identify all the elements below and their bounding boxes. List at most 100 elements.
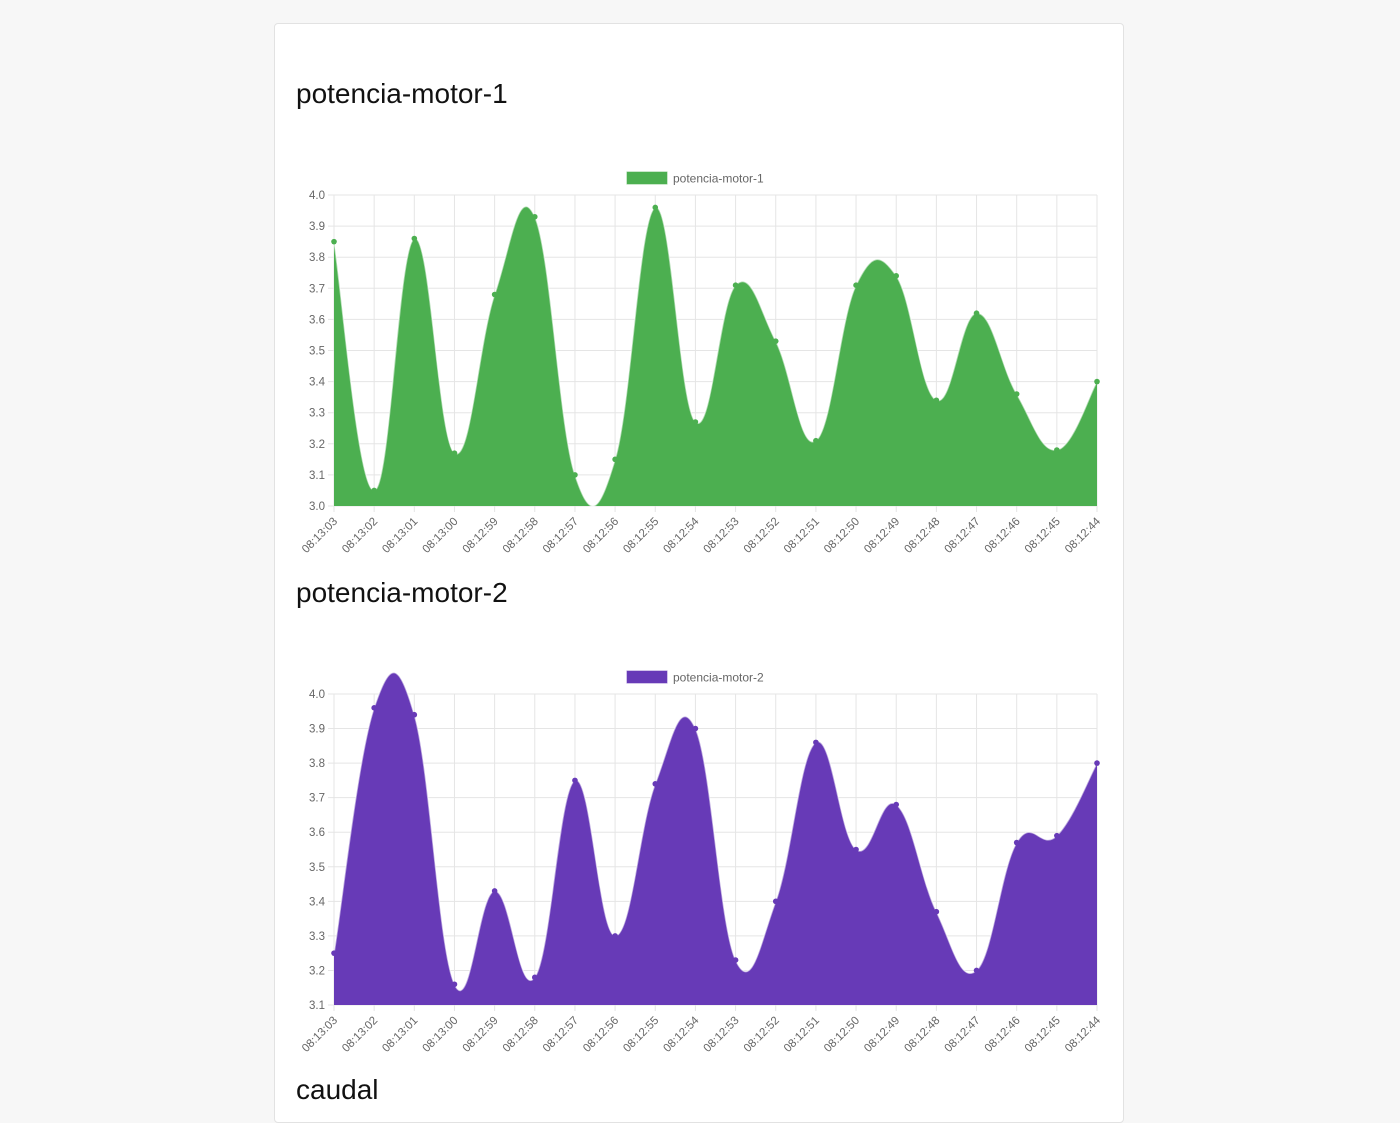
- chart-1-legend-label: potencia-motor-1: [673, 172, 764, 186]
- chart-2-x-tick-label: 08:12:47: [943, 1015, 983, 1055]
- chart-2-x-tick-label: 08:12:55: [621, 1015, 661, 1055]
- chart-1-x-tick-label: 08:12:48: [902, 516, 942, 556]
- chart-1-y-tick-label: 3.2: [309, 439, 325, 451]
- chart-1-data-point[interactable]: [813, 437, 819, 444]
- chart-2-legend: potencia-motor-2: [626, 670, 764, 685]
- chart-1-data-point[interactable]: [973, 310, 980, 316]
- chart-1-x-tick-label: 08:13:03: [300, 516, 340, 556]
- chart-2-x-tick-label: 08:12:54: [661, 1014, 702, 1055]
- chart-2-y-tick-label: 4.0: [309, 689, 325, 701]
- chart-1-data-point[interactable]: [772, 338, 779, 344]
- chart-1-data-point[interactable]: [732, 282, 739, 288]
- chart-2-x-tick-label: 08:12:57: [541, 1015, 581, 1055]
- chart-2-data-point[interactable]: [772, 898, 779, 905]
- chart-2-data-point[interactable]: [732, 957, 739, 963]
- chart-1-data-point[interactable]: [451, 450, 458, 456]
- chart-2-y-tick-label: 3.5: [309, 862, 325, 874]
- chart-2-x-tick-label: 08:12:49: [862, 1015, 902, 1055]
- chart-1-data-point[interactable]: [1013, 391, 1020, 397]
- chart-2-y-tick-label: 3.9: [309, 724, 325, 736]
- chart-2-data-point[interactable]: [1013, 839, 1020, 846]
- chart-2-legend-label: potencia-motor-2: [673, 671, 764, 685]
- chart-2-data-point[interactable]: [451, 981, 458, 988]
- chart-2-data-point[interactable]: [813, 739, 819, 746]
- chart-1-x-tick-label: 08:12:44: [1063, 515, 1104, 556]
- chart-2-data-point[interactable]: [331, 950, 337, 956]
- chart-2-x-tick-label: 08:13:03: [300, 1015, 340, 1055]
- chart-1-x-tick-label: 08:12:46: [983, 516, 1023, 556]
- chart-2-data-point[interactable]: [893, 801, 900, 808]
- chart-2-x-tick-label: 08:12:46: [983, 1015, 1023, 1055]
- chart-2-data-point[interactable]: [531, 974, 538, 981]
- chart-1-y-tick-label: 3.7: [309, 283, 325, 295]
- chart-1-data-point[interactable]: [893, 273, 900, 279]
- chart-1-y-tick-label: 3.1: [309, 470, 325, 482]
- chart-2-heading: potencia-motor-2: [296, 577, 508, 608]
- chart-2-data-point[interactable]: [491, 888, 498, 894]
- chart-1-legend-swatch: [626, 171, 668, 185]
- chart-1-data-point[interactable]: [491, 291, 498, 298]
- chart-1-x-tick-label: 08:12:57: [541, 516, 581, 556]
- chart-1-y-tick-label: 4.0: [309, 190, 325, 202]
- chart-1-heading: potencia-motor-1: [296, 78, 508, 109]
- chart-2-x-tick-label: 08:12:44: [1063, 1014, 1104, 1055]
- chart-2-x-tick-label: 08:13:02: [340, 1015, 380, 1055]
- chart-1-x-tick-label: 08:12:55: [621, 516, 661, 556]
- chart-1-data-point[interactable]: [612, 456, 618, 463]
- chart-2-y-tick-label: 3.1: [309, 1000, 325, 1012]
- chart-1-data-point[interactable]: [331, 238, 337, 245]
- chart-1-y-tick-label: 3.4: [309, 377, 326, 389]
- chart-1-data-point[interactable]: [411, 235, 418, 242]
- chart-1-data-point[interactable]: [1094, 378, 1100, 385]
- chart-1-data-point[interactable]: [933, 397, 940, 404]
- chart-2-data-point[interactable]: [692, 725, 699, 732]
- chart-2-data-point[interactable]: [612, 933, 618, 939]
- chart-1-x-tick-label: 08:12:56: [581, 516, 621, 556]
- chart-1-data-point[interactable]: [692, 419, 699, 425]
- chart-1-data-point[interactable]: [572, 472, 578, 478]
- chart-1-data-point[interactable]: [371, 487, 377, 494]
- chart-2-y-tick-label: 3.8: [309, 758, 325, 770]
- chart-1-y-tick-label: 3.8: [309, 252, 325, 264]
- chart-1-x-tick-label: 08:12:50: [822, 516, 862, 556]
- chart-2-data-point[interactable]: [411, 711, 418, 718]
- chart-2-x-tick-label: 08:12:45: [1023, 1015, 1063, 1055]
- chart-2-data-point[interactable]: [572, 777, 578, 784]
- chart-1-y-tick-label: 3.6: [309, 314, 325, 326]
- chart-2-x-tick-label: 08:12:52: [742, 1015, 782, 1055]
- chart-2-x-tick-label: 08:12:48: [902, 1015, 942, 1055]
- chart-2-y-tick-label: 3.4: [309, 896, 326, 908]
- chart-2-x-tick-label: 08:12:53: [702, 1015, 742, 1055]
- chart-1-x-tick-label: 08:12:51: [782, 516, 822, 556]
- chart-2-x-tick-label: 08:13:01: [380, 1015, 420, 1055]
- chart-2-area-chart: potencia-motor-2 3.1 3.2 3.3 3.4 3.5 3.6 3.7 3.8…: [300, 670, 1104, 1055]
- chart-1-data-point[interactable]: [652, 204, 659, 211]
- chart-2-legend-swatch: [626, 670, 668, 684]
- chart-1-area-fill: [334, 206, 1097, 507]
- chart-1-x-tick-label: 08:13:02: [340, 516, 380, 556]
- chart-2-data-point[interactable]: [973, 967, 980, 974]
- chart-2-data-point[interactable]: [371, 705, 377, 711]
- chart-1-data-point[interactable]: [1054, 447, 1060, 453]
- chart-2-y-tick-label: 3.7: [309, 793, 325, 805]
- chart-2-x-tick-label: 08:12:59: [461, 1015, 501, 1055]
- chart-1-y-tick-label: 3.9: [309, 221, 325, 233]
- chart-2-y-tick-label: 3.2: [309, 965, 325, 977]
- chart-1-x-tick-label: 08:13:01: [380, 516, 420, 556]
- chart-2-x-tick-label: 08:13:00: [420, 1015, 460, 1055]
- chart-1-x-tick-label: 08:13:00: [420, 516, 460, 556]
- chart-1-data-point[interactable]: [531, 213, 538, 220]
- chart-1-legend: potencia-motor-1: [626, 171, 764, 186]
- chart-2-data-point[interactable]: [933, 908, 940, 915]
- chart-2-data-point[interactable]: [652, 781, 659, 787]
- chart-2-data-point[interactable]: [1094, 760, 1100, 766]
- chart-1-data-point[interactable]: [853, 282, 859, 288]
- chart-1-x-tick-label: 08:12:58: [501, 516, 541, 556]
- chart-1-x-tick-label: 08:12:52: [742, 516, 782, 556]
- chart-2-data-point[interactable]: [853, 846, 859, 853]
- chart-1-y-tick-label: 3.5: [309, 346, 325, 358]
- dashboard-card: potencia-motor-1 potencia-motor-1 3.0 3.1 3…: [274, 23, 1124, 1123]
- chart-1-x-tick-label: 08:12:47: [943, 516, 983, 556]
- chart-1-x-tick-label: 08:12:54: [661, 515, 702, 556]
- chart-2-data-point[interactable]: [1054, 832, 1060, 839]
